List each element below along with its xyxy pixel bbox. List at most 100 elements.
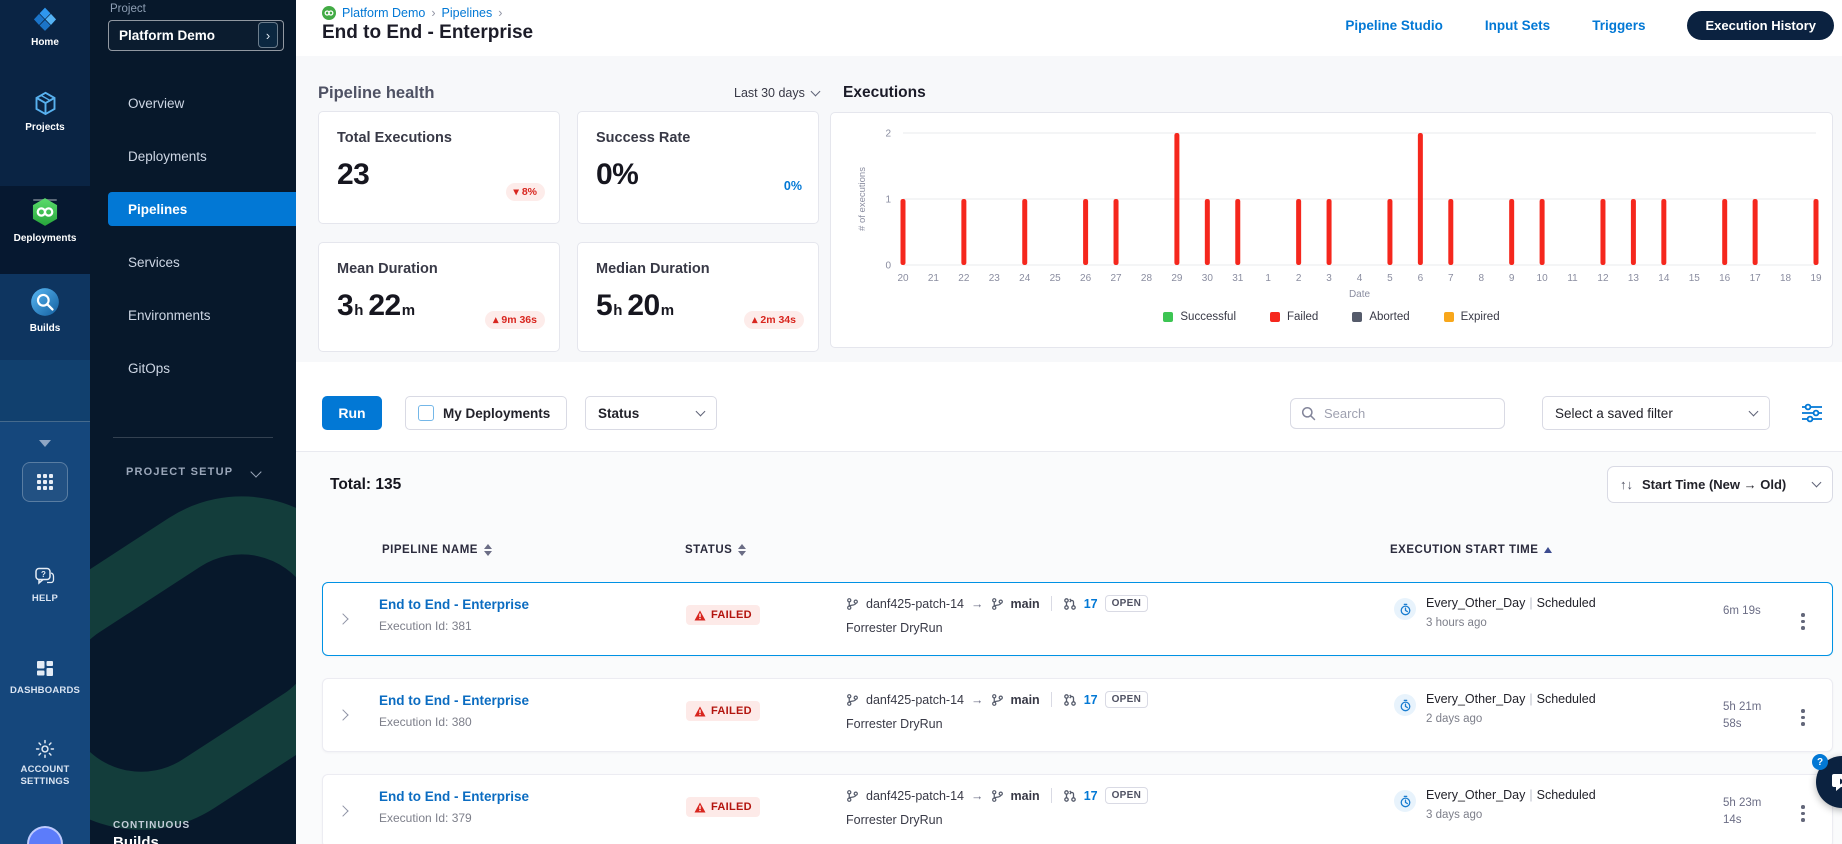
- saved-filter-dropdown[interactable]: Select a saved filter: [1542, 396, 1770, 430]
- svg-text:8: 8: [1478, 273, 1484, 284]
- pipeline-name-link[interactable]: End to End - Enterprise: [379, 693, 529, 708]
- run-button[interactable]: Run: [322, 396, 382, 430]
- continuous-section-label: CONTINUOUS: [113, 820, 191, 831]
- status-filter-dropdown[interactable]: Status: [585, 396, 717, 430]
- nav-item-pipelines[interactable]: Pipelines: [108, 192, 296, 226]
- breadcrumb-separator: ›: [431, 6, 436, 20]
- git-branch-icon: [847, 789, 858, 802]
- source-branch[interactable]: danf425-patch-14: [866, 597, 964, 611]
- column-execution-start-time[interactable]: EXECUTION START TIME: [1390, 544, 1553, 556]
- rail-item-builds[interactable]: Builds: [0, 286, 90, 335]
- svg-text:20: 20: [897, 273, 909, 284]
- card-value: 0%: [596, 158, 639, 191]
- rail-item-dashboards[interactable]: DASHBOARDS: [0, 658, 90, 697]
- warning-icon: [694, 610, 706, 620]
- failed-bar: [1387, 199, 1393, 265]
- pipeline-name-link[interactable]: End to End - Enterprise: [379, 789, 529, 804]
- svg-text:10: 10: [1537, 273, 1549, 284]
- column-status[interactable]: STATUS: [685, 544, 747, 556]
- execution-row[interactable]: End to End - Enterprise Execution Id: 38…: [322, 582, 1833, 656]
- nav-item-services[interactable]: Services: [90, 245, 296, 279]
- separator: [1050, 692, 1052, 707]
- svg-text:22: 22: [958, 273, 970, 284]
- breadcrumb-project[interactable]: Platform Demo: [342, 6, 425, 20]
- nav-item-deployments[interactable]: Deployments: [90, 139, 296, 173]
- svg-text:28: 28: [1141, 273, 1153, 284]
- card-value: 20: [627, 289, 660, 322]
- row-menu-button[interactable]: [1797, 801, 1809, 826]
- breadcrumb-pipelines[interactable]: Pipelines: [442, 6, 493, 20]
- card-label: Total Executions: [337, 130, 452, 146]
- failed-bar: [1539, 199, 1545, 265]
- row-menu-button[interactable]: [1797, 609, 1809, 634]
- rail-item-label: Home: [31, 37, 59, 48]
- trigger-info: Forrester DryRun: [846, 813, 943, 827]
- tab-execution-history[interactable]: Execution History: [1687, 11, 1834, 40]
- nav-item-gitops[interactable]: GitOps: [90, 351, 296, 385]
- column-pipeline-name[interactable]: PIPELINE NAME: [382, 544, 492, 556]
- legend-item[interactable]: Expired: [1443, 311, 1500, 323]
- pr-number-link[interactable]: 17: [1084, 597, 1098, 611]
- legend-item[interactable]: Aborted: [1352, 311, 1410, 323]
- rail-item-help[interactable]: ? HELP: [0, 566, 90, 605]
- rail-item-deployments[interactable]: Deployments: [0, 196, 90, 245]
- rail-item-account-settings[interactable]: ACCOUNT SETTINGS: [0, 738, 90, 788]
- expand-chevron-icon[interactable]: [337, 709, 349, 721]
- svg-text:0: 0: [885, 261, 891, 272]
- tab-pipeline-studio[interactable]: Pipeline Studio: [1345, 18, 1443, 33]
- card-unit: m: [401, 302, 416, 319]
- legend-item[interactable]: Failed: [1270, 311, 1318, 323]
- source-branch[interactable]: danf425-patch-14: [866, 789, 964, 803]
- target-branch[interactable]: main: [1011, 693, 1040, 707]
- pr-number-link[interactable]: 17: [1084, 789, 1098, 803]
- tab-input-sets[interactable]: Input Sets: [1485, 18, 1550, 33]
- status-badge: FAILED: [686, 605, 760, 625]
- schedule-trigger-icon: [1394, 598, 1416, 620]
- execution-row[interactable]: End to End - Enterprise Execution Id: 37…: [322, 774, 1833, 844]
- duration: 6m 19s: [1723, 605, 1761, 617]
- expand-chevron-icon[interactable]: [337, 613, 349, 625]
- filter-settings-button[interactable]: [1800, 402, 1824, 429]
- rail-item-home[interactable]: Home: [0, 6, 90, 49]
- project-sidebar: Project Platform Demo › Overview Deploym…: [90, 0, 296, 844]
- module-grid-button[interactable]: [22, 462, 68, 502]
- nav-item-environments[interactable]: Environments: [90, 298, 296, 332]
- my-deployments-checkbox[interactable]: My Deployments: [405, 396, 567, 430]
- tab-triggers[interactable]: Triggers: [1592, 18, 1645, 33]
- search-box[interactable]: [1290, 398, 1505, 429]
- my-deployments-label: My Deployments: [443, 405, 551, 421]
- chevron-down-icon: [810, 86, 821, 96]
- rail-item-projects[interactable]: Projects: [0, 90, 90, 134]
- chevron-down-icon: [1748, 406, 1759, 416]
- legend-item[interactable]: Successful: [1163, 311, 1236, 323]
- status-text: FAILED: [711, 609, 752, 621]
- search-input[interactable]: [1324, 406, 1484, 421]
- legend-label: Failed: [1287, 311, 1319, 323]
- date-range-dropdown[interactable]: Last 30 days: [734, 86, 821, 100]
- pipeline-name-link[interactable]: End to End - Enterprise: [379, 597, 529, 612]
- expand-chevron-icon[interactable]: [337, 805, 349, 817]
- row-menu-button[interactable]: [1797, 705, 1809, 730]
- nav-item-overview[interactable]: Overview: [90, 86, 296, 120]
- sort-dropdown[interactable]: ↑↓ Start Time (New → Old): [1607, 466, 1833, 503]
- svg-text:1: 1: [1265, 273, 1271, 284]
- total-count: Total: 135: [330, 476, 402, 493]
- target-branch[interactable]: main: [1011, 597, 1040, 611]
- saved-filter-label: Select a saved filter: [1555, 405, 1673, 421]
- source-branch[interactable]: danf425-patch-14: [866, 693, 964, 707]
- project-setup-toggle[interactable]: PROJECT SETUP: [126, 466, 233, 478]
- pr-number-link[interactable]: 17: [1084, 693, 1098, 707]
- project-name: Platform Demo: [119, 28, 216, 43]
- executions-chart: 0 1 2 # of executions 20 21 22 23 24 25 26 27 28 29 30…: [830, 112, 1833, 348]
- target-branch[interactable]: main: [1011, 789, 1040, 803]
- git-branch-icon: [847, 597, 858, 610]
- build-info-cell: danf425-patch-14 → main 17 OPEN Forreste…: [846, 691, 1149, 731]
- status-filter-label: Status: [598, 405, 640, 421]
- failed-bar: [1235, 199, 1241, 265]
- execution-row[interactable]: End to End - Enterprise Execution Id: 38…: [322, 678, 1833, 752]
- card-unit: m: [660, 302, 675, 319]
- sidebar-collapse-button[interactable]: ›: [258, 22, 278, 48]
- git-branch-icon: [991, 693, 1003, 706]
- checkbox[interactable]: [418, 405, 434, 421]
- rail-collapse-chevron-icon[interactable]: [39, 440, 51, 447]
